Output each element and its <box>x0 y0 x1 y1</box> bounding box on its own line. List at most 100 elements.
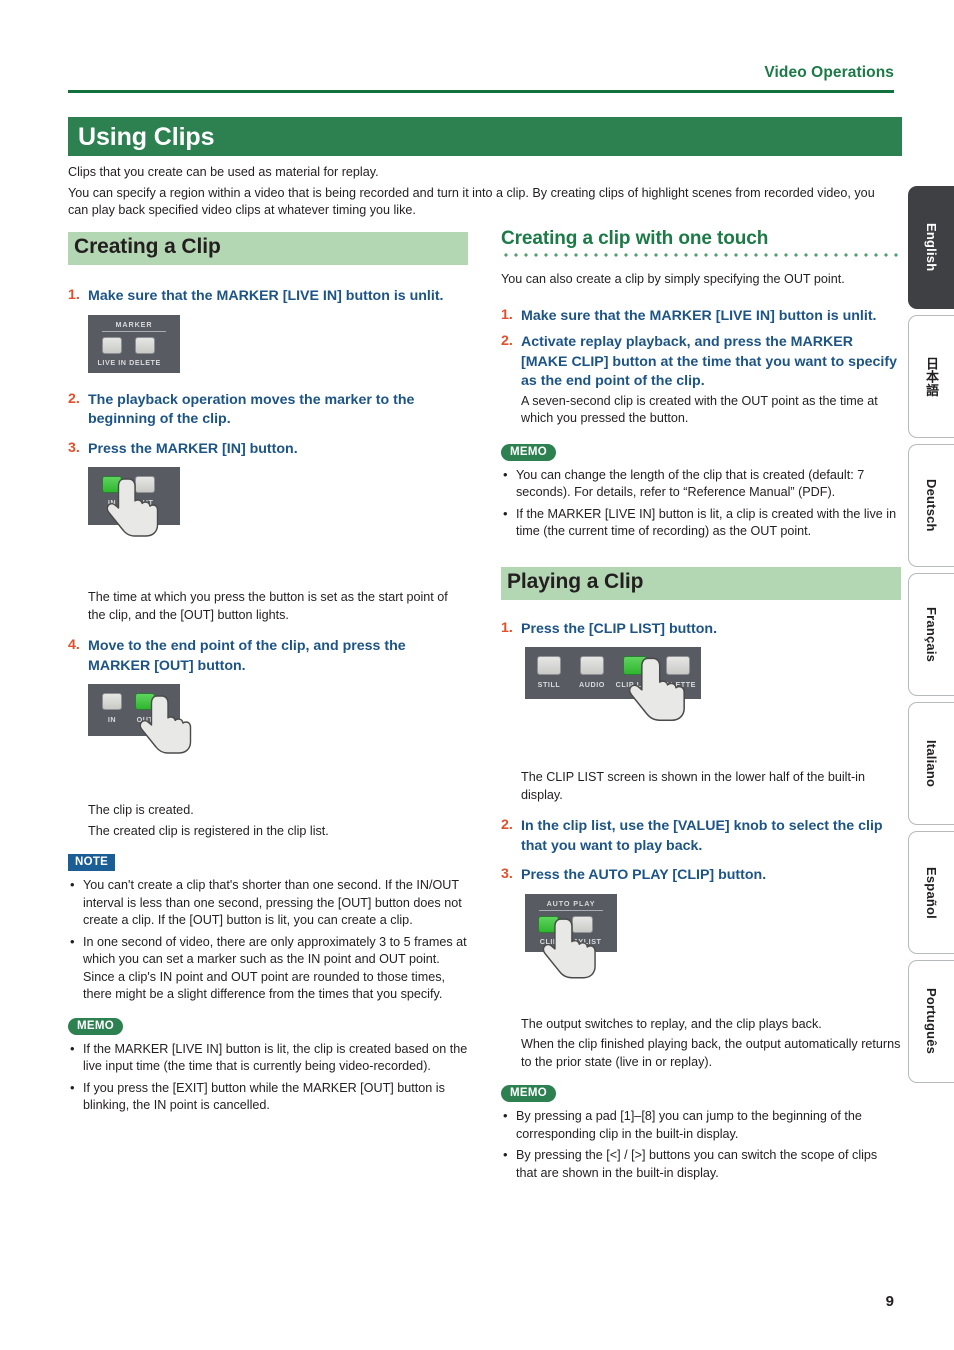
step-number: 2. <box>68 390 80 407</box>
panel-caption-rule <box>102 330 166 332</box>
header-rule <box>68 90 894 93</box>
language-tab-japanese[interactable]: 日本語 <box>908 315 954 438</box>
button-palette[interactable] <box>666 656 690 675</box>
memo-list: You can change the length of the clip th… <box>501 466 901 541</box>
one-touch-step-1: 1. Make sure that the MARKER [LIVE IN] b… <box>501 307 901 327</box>
step-3-result-text: The time at which you press the button i… <box>88 590 448 622</box>
hardware-panel: AUTO PLAY CLIP PLAYLIST <box>525 893 617 952</box>
button-clip[interactable] <box>538 915 559 933</box>
language-tabs: English 日本語 Deutsch Français Italiano Es… <box>908 186 954 1089</box>
button-in[interactable] <box>102 693 122 710</box>
language-tab-label: Português <box>924 988 939 1055</box>
intro-line-2: You can specify a region within a video … <box>68 185 875 218</box>
step-3: 3. Press the MARKER [IN] button. <box>68 440 468 460</box>
hardware-panel: STILL AUDIO CLIP LIST PALETTE <box>525 647 701 699</box>
list-item: By pressing the [<] / [>] buttons you ca… <box>501 1146 901 1182</box>
panel-caption-rule <box>539 909 603 911</box>
step-4: 4. Move to the end point of the clip, an… <box>68 637 468 676</box>
step-number: 1. <box>501 619 513 636</box>
button-label-clip-list: CLIP LIST <box>615 680 655 689</box>
list-item: In one second of video, there are only a… <box>68 933 468 1004</box>
language-tab-espanol[interactable]: Español <box>908 831 954 954</box>
list-item: You can't create a clip that's shorter t… <box>68 876 468 930</box>
language-tab-portugues[interactable]: Português <box>908 960 954 1083</box>
language-tab-italiano[interactable]: Italiano <box>908 702 954 825</box>
language-tab-label: Español <box>924 866 939 919</box>
dotted-divider <box>501 253 901 257</box>
step-4-result-text-2: The created clip is registered in the cl… <box>88 823 329 838</box>
list-item: You can change the length of the clip th… <box>501 466 901 502</box>
section-heading-label: Playing a Clip <box>507 569 644 593</box>
list-item: If you press the [EXIT] button while the… <box>68 1079 468 1115</box>
language-tab-label: English <box>924 223 939 272</box>
one-touch-memo-block: MEMO You can change the length of the cl… <box>501 442 901 541</box>
step-text: Make sure that the MARKER [LIVE IN] butt… <box>521 307 877 324</box>
page-title: Using Clips <box>78 123 215 151</box>
note-list: You can't create a clip that's shorter t… <box>68 876 468 1004</box>
page-number: 9 <box>885 1293 894 1310</box>
button-label-audio: AUDIO <box>579 680 605 689</box>
hardware-panel: IN OUT <box>88 467 180 525</box>
memo-badge: MEMO <box>68 1017 123 1035</box>
one-touch-step-2: 2. Activate replay playback, and press t… <box>501 333 901 428</box>
memo-badge: MEMO <box>501 1085 556 1102</box>
one-touch-lead: You can also create a clip by simply spe… <box>501 272 845 286</box>
play-memo-block: MEMO By pressing a pad [1]–[8] you can j… <box>501 1083 901 1182</box>
step-4-result-text-1: The clip is created. <box>88 803 194 817</box>
play-step-3: 3. Press the AUTO PLAY [CLIP] button. <box>501 866 901 886</box>
button-clip-list[interactable] <box>623 656 647 675</box>
note-block: NOTE You can't create a clip that's shor… <box>68 852 468 1004</box>
button-audio[interactable] <box>580 656 604 675</box>
intro-line-1: Clips that you create can be used as mat… <box>68 165 379 179</box>
hardware-panel: MARKER LIVE IN DELETE <box>88 314 180 373</box>
figure-cliplist-panel: STILL AUDIO CLIP LIST PALETTE <box>525 647 901 747</box>
button-live-in[interactable] <box>102 336 122 354</box>
language-tab-deutsch[interactable]: Deutsch <box>908 444 954 567</box>
figure-out-panel: IN OUT <box>88 684 468 780</box>
step-text: The playback operation moves the marker … <box>88 391 415 428</box>
play-step-1-result: The CLIP LIST screen is shown in the low… <box>521 769 901 804</box>
button-playlist[interactable] <box>572 915 593 933</box>
button-delete[interactable] <box>135 336 155 354</box>
language-tab-francais[interactable]: Français <box>908 573 954 696</box>
play-step-3-result-text-1: The output switches to replay, and the c… <box>521 1016 822 1031</box>
list-item: By pressing a pad [1]–[8] you can jump t… <box>501 1107 901 1143</box>
button-label-still: STILL <box>537 680 561 689</box>
step-text: Press the AUTO PLAY [CLIP] button. <box>521 867 767 883</box>
memo-badge: MEMO <box>501 443 556 461</box>
step-subtext: A seven-second clip is created with the … <box>521 393 878 426</box>
figure-marker-panel: MARKER LIVE IN DELETE <box>88 314 468 375</box>
memo-list: By pressing a pad [1]–[8] you can jump t… <box>501 1107 901 1182</box>
memo-list: If the MARKER [LIVE IN] button is lit, t… <box>68 1040 468 1115</box>
figure-in-panel: IN OUT <box>88 467 468 563</box>
hardware-panel: IN OUT <box>88 684 180 736</box>
button-in[interactable] <box>102 476 122 493</box>
button-label-out: OUT <box>136 715 154 724</box>
running-head: Video Operations <box>764 64 894 81</box>
step-number: 1. <box>501 306 513 323</box>
button-out[interactable] <box>135 693 155 710</box>
panel-caption-auto-play: AUTO PLAY <box>546 898 596 908</box>
play-step-1: 1. Press the [CLIP LIST] button. <box>501 620 901 640</box>
language-tab-label: Italiano <box>924 739 939 788</box>
section-heading-playing-a-clip: Playing a Clip <box>501 566 901 600</box>
button-out[interactable] <box>135 476 155 493</box>
language-tab-english[interactable]: English <box>908 186 954 309</box>
panel-caption-marker: MARKER <box>115 319 153 329</box>
step-number: 3. <box>501 866 513 882</box>
step-1: 1. Make sure that the MARKER [LIVE IN] b… <box>68 287 468 307</box>
language-tab-label: Français <box>924 606 939 663</box>
left-column: Creating a Clip 1. Make sure that the MA… <box>68 232 468 1127</box>
right-column: Creating a clip with one touch You can a… <box>501 228 901 1194</box>
list-item: If the MARKER [LIVE IN] button is lit, t… <box>68 1040 468 1076</box>
play-step-3-result-text-2: When the clip finished playing back, the… <box>521 1037 901 1069</box>
intro-block: Clips that you create can be used as mat… <box>68 164 896 223</box>
button-still[interactable] <box>537 656 561 675</box>
section-heading-creating-a-clip: Creating a Clip <box>68 232 468 265</box>
note-badge: NOTE <box>68 854 116 871</box>
button-label-playlist: PLAYLIST <box>563 936 602 946</box>
button-label-delete: DELETE <box>129 357 161 367</box>
section-heading-label: Creating a Clip <box>74 235 221 258</box>
step-number: 2. <box>501 333 513 349</box>
step-3-result: The time at which you press the button i… <box>88 589 468 624</box>
